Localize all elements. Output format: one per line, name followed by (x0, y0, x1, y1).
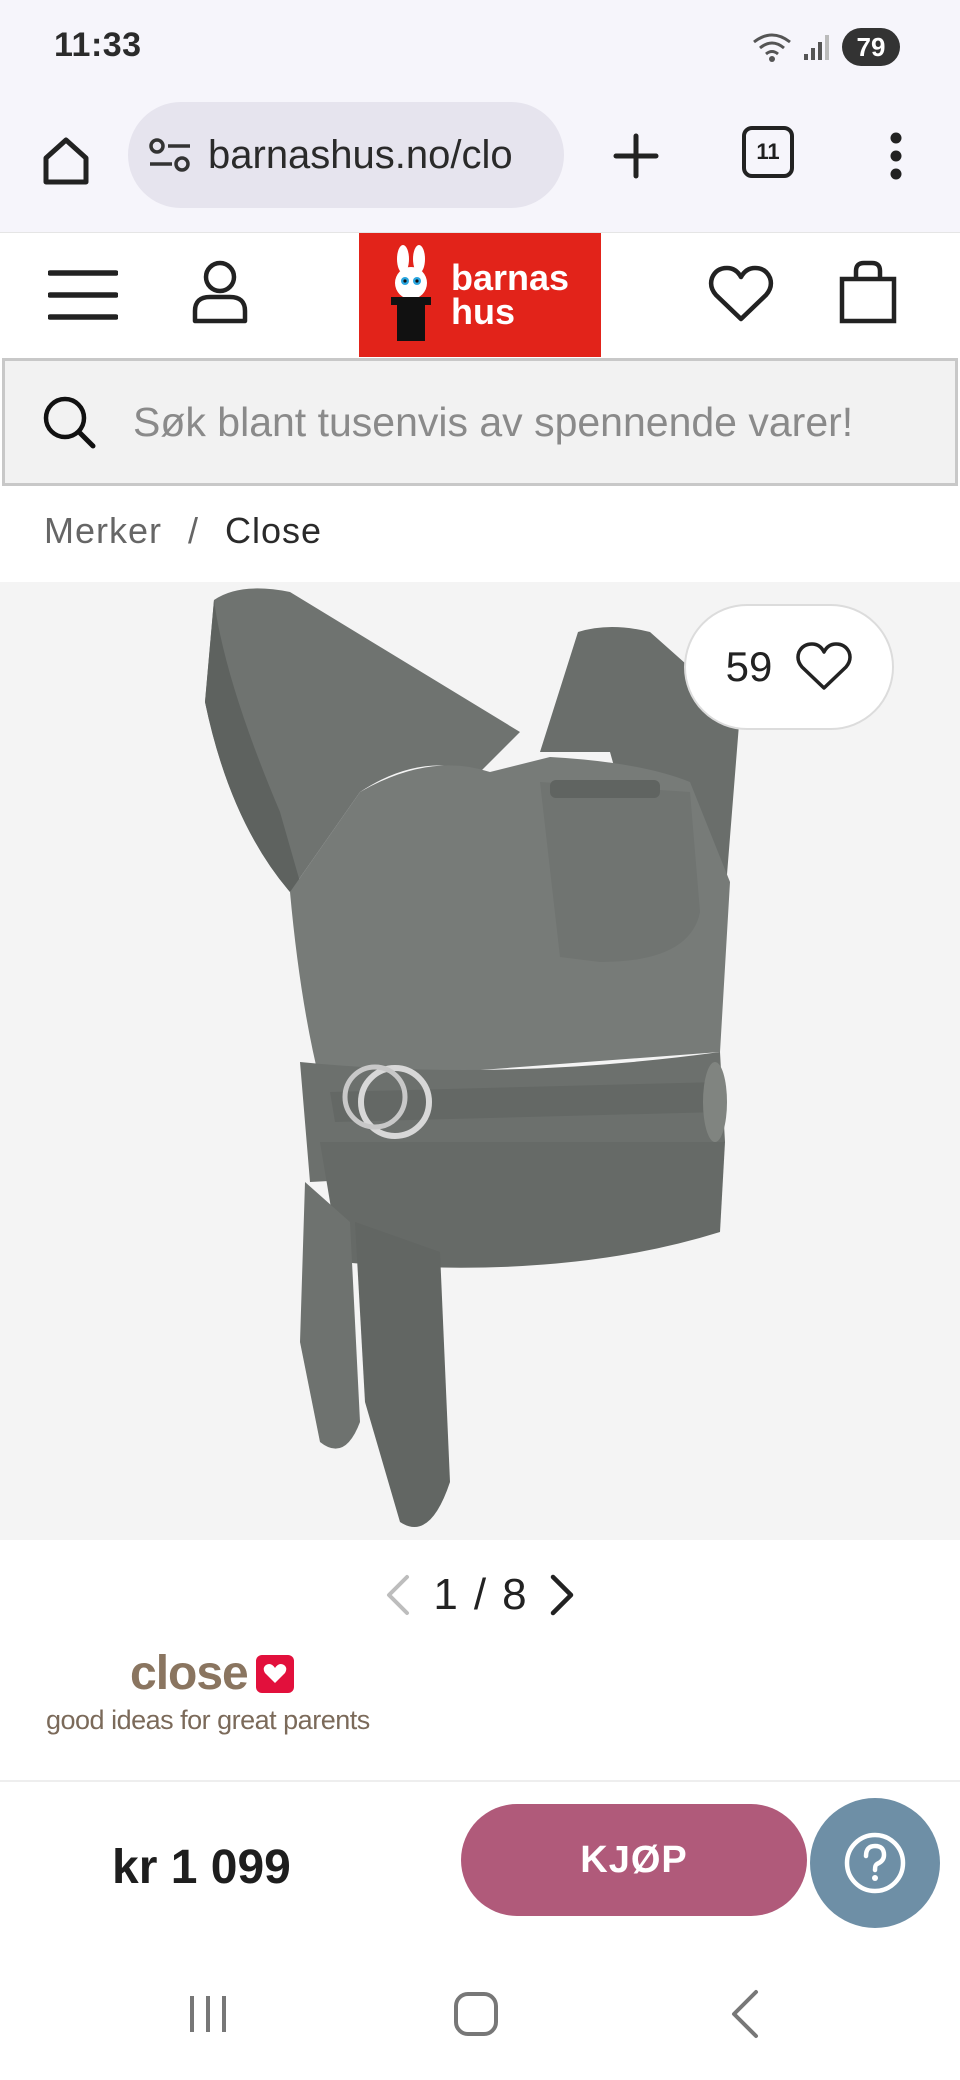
home-icon[interactable] (452, 1990, 500, 2038)
help-button[interactable] (810, 1798, 940, 1928)
heart-icon[interactable] (708, 263, 774, 325)
site-header: barnas hus (0, 232, 960, 357)
breadcrumb-separator: / (188, 510, 200, 551)
status-icons: 79 (752, 28, 900, 66)
browser-menu-button[interactable] (872, 124, 920, 188)
site-logo[interactable]: barnas hus (359, 233, 601, 357)
brand-name: close (130, 1647, 249, 1700)
menu-icon[interactable] (48, 267, 118, 323)
new-tab-button[interactable] (604, 124, 668, 188)
battery-indicator: 79 (842, 28, 900, 66)
breadcrumb-item-merker[interactable]: Merker (44, 510, 162, 552)
favorite-count: 59 (725, 643, 773, 690)
brand-heart-icon (255, 1654, 294, 1693)
buy-bar: kr 1 099 KJØP (0, 1780, 960, 1940)
address-bar[interactable]: barnashus.no/clo (128, 102, 564, 208)
status-bar: 11:33 79 (0, 0, 960, 96)
brand-logo[interactable]: close good ideas for great parents (46, 1646, 406, 1746)
help-icon (844, 1832, 906, 1894)
pager-current: 1 (433, 1570, 458, 1619)
breadcrumb: Merker / Close (44, 510, 322, 552)
search-icon[interactable] (41, 394, 97, 450)
search-bar (2, 358, 958, 486)
shopping-bag-icon[interactable] (838, 259, 898, 325)
breadcrumb-item-close: Close (225, 510, 323, 551)
logo-text: barnas hus (451, 257, 570, 332)
system-nav-bar (0, 1940, 960, 2080)
pager-separator: / (473, 1570, 487, 1619)
tabs-button[interactable]: 11 (742, 126, 794, 178)
plus-icon (613, 133, 659, 179)
browser-home-button[interactable] (34, 128, 98, 192)
search-input[interactable] (133, 398, 953, 446)
wifi-icon (753, 33, 791, 62)
pager-total: 8 (502, 1570, 527, 1619)
status-time: 11:33 (54, 26, 142, 64)
image-pager: 1 / 8 (0, 1560, 960, 1630)
signal-icon (804, 35, 829, 60)
browser-toolbar: barnashus.no/clo 11 (0, 96, 960, 232)
logo-text-line2: hus (451, 291, 516, 332)
brand-tagline: good ideas for great parents (46, 1705, 370, 1735)
logo-text-line1: barnas (451, 257, 570, 298)
favorite-button[interactable]: 59 (684, 604, 894, 730)
url-text: barnashus.no/clo (208, 132, 513, 177)
bunny-logo-icon (391, 245, 431, 341)
back-icon[interactable] (728, 1988, 762, 2040)
product-price: kr 1 099 (112, 1841, 291, 1894)
brand-name-row: close (130, 1646, 406, 1701)
chevron-left-icon[interactable] (383, 1573, 413, 1617)
home-icon (43, 137, 89, 185)
buy-button[interactable]: KJØP (461, 1804, 807, 1916)
more-vert-icon (890, 132, 902, 180)
site-settings-icon[interactable] (148, 135, 192, 175)
tab-count: 11 (756, 139, 780, 164)
pager-text: 1 / 8 (433, 1570, 526, 1620)
chevron-right-icon[interactable] (547, 1573, 577, 1617)
heart-icon (796, 642, 853, 690)
recent-apps-icon[interactable] (186, 1992, 230, 2036)
account-icon[interactable] (190, 259, 250, 325)
